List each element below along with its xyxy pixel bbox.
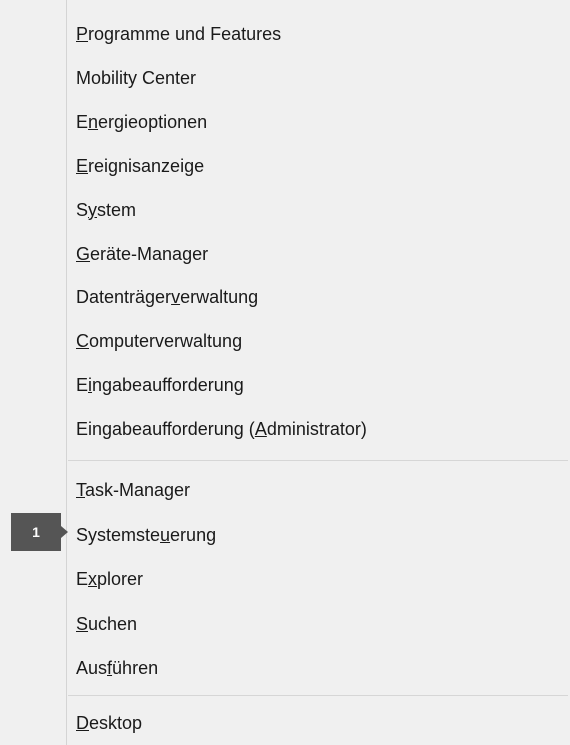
menu-item-ereignisanzeige[interactable]: Ereignisanzeige [68, 146, 570, 186]
menu-item-label-post: omputerverwaltung [89, 331, 243, 352]
menu-item-label-pre: Datenträger [76, 287, 172, 308]
menu-item-eingabeaufforderung-admin[interactable]: Eingabeaufforderung (Administrator) [68, 409, 570, 449]
menu-item-programme-und-features[interactable]: Programme und Features [68, 14, 570, 54]
menu-item-accesskey: u [160, 524, 171, 545]
menu-item-label-post: rogramme und Features [88, 24, 282, 44]
menu-group-divider [68, 460, 568, 461]
menu-item-label-pre: E [76, 375, 89, 396]
menu-item-accesskey: v [171, 287, 181, 308]
menu-item-label-post: ngabeaufforderung [92, 375, 244, 396]
menu-item-accesskey: C [76, 331, 89, 352]
menu-item-explorer[interactable]: Explorer [68, 559, 570, 599]
menu-item-accesskey: n [88, 111, 99, 132]
menu-item-systemsteuerung[interactable]: Systemsteuerung [68, 515, 570, 555]
menu-item-label-post: erwaltung [180, 287, 259, 308]
menu-item-label-pre: Systemste [76, 524, 161, 545]
menu-group-divider [68, 695, 568, 696]
menu-item-label-pre: Eingabeaufforderung ( [76, 419, 255, 440]
gutter-separator [66, 0, 67, 745]
menu-item-accesskey: T [76, 480, 85, 500]
menu-item-label-pre: Mobility Center [76, 67, 197, 88]
menu-item-accesskey: x [88, 569, 98, 589]
menu-item-label-post: plorer [97, 569, 144, 589]
menu-item-computerverwaltung[interactable]: Computerverwaltung [68, 321, 570, 361]
menu-item-label-pre: Aus [76, 658, 108, 678]
context-menu: Programme und Features Mobility Center Ene… [0, 0, 570, 745]
menu-item-label-pre: E [76, 569, 89, 589]
menu-item-label-post: reignisanzeige [88, 155, 205, 176]
menu-item-geraete-manager[interactable]: Geräte-Manager [68, 234, 570, 274]
callout-arrow-icon [61, 526, 68, 538]
menu-item-label-post: ergieoptionen [98, 111, 208, 132]
menu-item-accesskey: E [76, 155, 89, 176]
menu-item-accesskey: D [76, 713, 89, 733]
menu-item-energieoptionen[interactable]: Energieoptionen [68, 102, 570, 142]
menu-item-label-post: ühren [112, 658, 159, 678]
menu-item-datentraegerverwaltung[interactable]: Datenträgerverwaltung [68, 277, 570, 317]
menu-item-ausfuehren[interactable]: Ausführen [68, 648, 570, 688]
menu-item-suchen[interactable]: Suchen [68, 604, 570, 644]
menu-icon-gutter [0, 0, 66, 745]
callout-badge: 1 [11, 513, 61, 551]
menu-item-accesskey: A [254, 419, 267, 440]
menu-item-label-post: dministrator) [266, 419, 367, 440]
menu-item-accesskey: G [76, 243, 91, 264]
menu-item-label-post: erung [170, 524, 217, 545]
menu-item-label-post: uchen [88, 613, 138, 634]
menu-item-label-pre: S [76, 199, 89, 220]
menu-item-eingabeaufforderung[interactable]: Eingabeaufforderung [68, 365, 570, 405]
menu-item-label-pre: E [76, 111, 89, 132]
menu-item-system[interactable]: System [68, 190, 570, 230]
menu-item-mobility-center[interactable]: Mobility Center [68, 58, 570, 98]
menu-item-label-post: ask-Manager [85, 480, 191, 500]
menu-item-accesskey: y [88, 199, 98, 220]
menu-item-accesskey: P [76, 24, 89, 44]
menu-item-label-post: eräte-Manager [90, 243, 209, 264]
menu-item-desktop[interactable]: Desktop [68, 703, 570, 743]
menu-item-task-manager[interactable]: Task-Manager [68, 470, 570, 510]
menu-item-label-post: esktop [89, 713, 143, 733]
menu-item-label-post: stem [97, 199, 137, 220]
menu-item-accesskey: S [76, 613, 89, 634]
